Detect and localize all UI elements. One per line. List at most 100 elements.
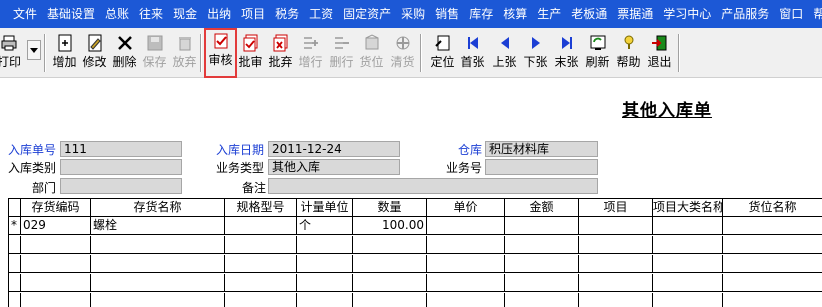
toolbar-button[interactable]: 删行 — [327, 32, 356, 74]
menu-item[interactable]: 核算 — [498, 0, 532, 28]
menu-item[interactable]: 生产 — [532, 0, 566, 28]
table-cell[interactable] — [91, 236, 225, 254]
grid-column-header[interactable]: 单价 — [427, 199, 505, 217]
grid-column-header[interactable]: 数量 — [353, 199, 427, 217]
table-cell[interactable] — [427, 274, 505, 292]
menu-item[interactable]: 窗口 — [774, 0, 808, 28]
menu-item[interactable]: 项目 — [236, 0, 270, 28]
table-cell[interactable] — [297, 236, 353, 254]
toolbar-button[interactable]: 清货 — [388, 32, 417, 74]
table-cell[interactable] — [505, 236, 579, 254]
menu-item[interactable]: 出纳 — [202, 0, 236, 28]
table-cell[interactable] — [723, 255, 822, 273]
menu-item[interactable]: 固定资产 — [338, 0, 396, 28]
table-cell[interactable] — [353, 274, 427, 292]
table-cell[interactable] — [21, 274, 91, 292]
table-cell[interactable] — [297, 293, 353, 307]
toolbar-button[interactable]: 删除 — [110, 32, 139, 74]
table-cell[interactable] — [225, 274, 297, 292]
toolbar-button[interactable]: 退出 — [645, 32, 674, 74]
department-field[interactable] — [60, 178, 182, 194]
toolbar-button[interactable]: 修改 — [80, 32, 109, 74]
table-cell[interactable]: 029 — [21, 217, 91, 235]
table-cell[interactable] — [91, 293, 225, 307]
table-cell[interactable] — [427, 293, 505, 307]
table-cell[interactable] — [225, 236, 297, 254]
menu-item[interactable]: 往来 — [134, 0, 168, 28]
toolbar-button[interactable]: 保存 — [140, 32, 169, 74]
toolbar-button[interactable]: 货位 — [357, 32, 386, 74]
table-cell[interactable] — [427, 217, 505, 235]
toolbar-button[interactable]: 批弃 — [266, 32, 295, 74]
table-cell[interactable] — [505, 293, 579, 307]
table-cell[interactable] — [579, 274, 653, 292]
print-dropdown-button[interactable] — [27, 40, 41, 60]
row-marker[interactable] — [9, 293, 21, 307]
table-cell[interactable] — [225, 293, 297, 307]
table-cell[interactable] — [21, 255, 91, 273]
grid-column-header[interactable]: 规格型号 — [225, 199, 297, 217]
toolbar-button[interactable]: 刷新 — [583, 32, 612, 74]
grid-column-header[interactable]: 项目大类名称 — [653, 199, 723, 217]
menu-item[interactable]: 库存 — [464, 0, 498, 28]
warehouse-field[interactable]: 积压材料库 — [485, 141, 598, 157]
menu-item[interactable]: 老板通 — [566, 0, 612, 28]
grid-column-header[interactable]: 存货编码 — [21, 199, 91, 217]
remark-field[interactable] — [268, 178, 598, 194]
receipt-date-field[interactable]: 2011-12-24 — [268, 141, 400, 157]
menu-item[interactable]: 基础设置 — [42, 0, 100, 28]
menu-item[interactable]: 现金 — [168, 0, 202, 28]
table-cell[interactable]: 100.00 — [353, 217, 427, 235]
table-cell[interactable] — [353, 255, 427, 273]
grid-column-header[interactable]: 货位名称 — [723, 199, 822, 217]
toolbar-button[interactable]: 末张 — [552, 32, 581, 74]
toolbar-button[interactable]: 批审 — [236, 32, 265, 74]
grid-column-header[interactable]: 计量单位 — [297, 199, 353, 217]
table-cell[interactable] — [723, 293, 822, 307]
menu-item[interactable]: 文件 — [8, 0, 42, 28]
toolbar-button[interactable]: 审核 — [204, 28, 237, 78]
table-cell[interactable] — [21, 293, 91, 307]
toolbar-button[interactable]: 下张 — [521, 32, 550, 74]
menu-item[interactable]: 工资 — [304, 0, 338, 28]
menu-item[interactable]: 采购 — [396, 0, 430, 28]
print-button[interactable]: 打印 — [0, 32, 24, 74]
table-cell[interactable] — [723, 236, 822, 254]
toolbar-button[interactable]: 增加 — [50, 32, 79, 74]
row-marker[interactable] — [9, 255, 21, 273]
table-cell[interactable] — [653, 236, 723, 254]
table-cell[interactable] — [653, 274, 723, 292]
receipt-type-field[interactable] — [60, 159, 182, 175]
table-cell[interactable]: 螺栓 — [91, 217, 225, 235]
table-cell[interactable] — [427, 236, 505, 254]
receipt-no-field[interactable]: 111 — [60, 141, 182, 157]
table-cell[interactable] — [505, 274, 579, 292]
table-cell[interactable] — [225, 217, 297, 235]
table-cell[interactable]: 个 — [297, 217, 353, 235]
menu-item[interactable]: 税务 — [270, 0, 304, 28]
table-cell[interactable] — [21, 236, 91, 254]
business-no-field[interactable] — [485, 159, 598, 175]
toolbar-button[interactable]: 上张 — [490, 32, 519, 74]
table-cell[interactable] — [579, 217, 653, 235]
menu-item[interactable]: 票据通 — [612, 0, 658, 28]
table-cell[interactable] — [91, 255, 225, 273]
grid-column-header[interactable]: 金额 — [505, 199, 579, 217]
table-cell[interactable] — [653, 293, 723, 307]
table-cell[interactable] — [427, 255, 505, 273]
toolbar-button[interactable]: 增行 — [296, 32, 325, 74]
menu-item[interactable]: 销售 — [430, 0, 464, 28]
table-cell[interactable] — [91, 274, 225, 292]
table-cell[interactable] — [353, 236, 427, 254]
row-marker[interactable]: * — [9, 217, 21, 235]
toolbar-button[interactable]: 帮助 — [614, 32, 643, 74]
business-type-field[interactable]: 其他入库 — [268, 159, 400, 175]
table-cell[interactable] — [297, 255, 353, 273]
table-cell[interactable] — [505, 255, 579, 273]
grid-column-header[interactable]: 存货名称 — [91, 199, 225, 217]
table-cell[interactable] — [723, 274, 822, 292]
row-marker[interactable] — [9, 274, 21, 292]
table-cell[interactable] — [579, 236, 653, 254]
table-cell[interactable] — [505, 217, 579, 235]
table-cell[interactable] — [653, 255, 723, 273]
